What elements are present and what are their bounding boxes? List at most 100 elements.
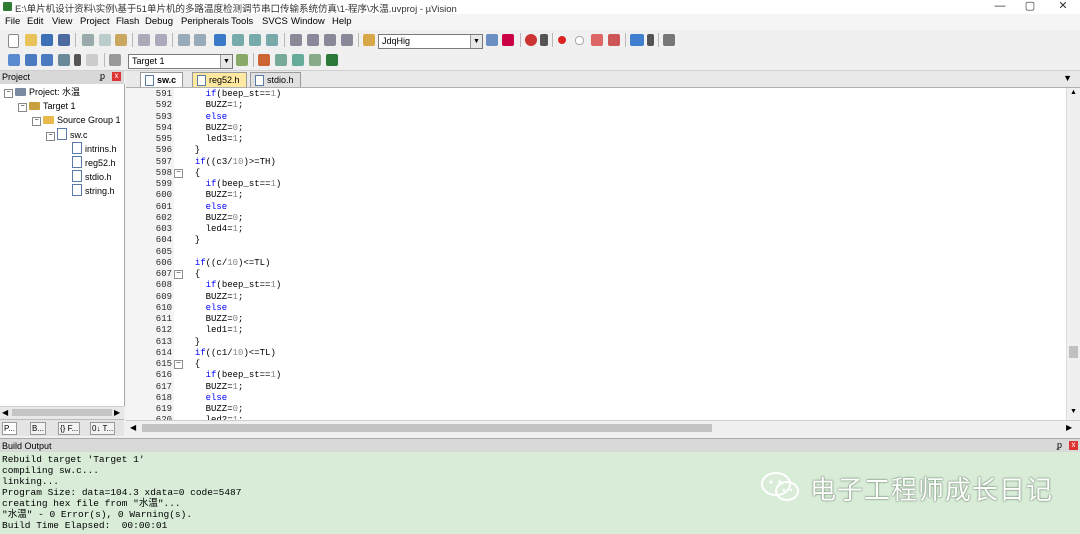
- tree-source-group[interactable]: − Source Group 1: [32, 114, 121, 127]
- code-line[interactable]: 598− {: [126, 168, 1066, 179]
- scroll-thumb[interactable]: [142, 424, 712, 432]
- kill-breakpoints-icon[interactable]: [608, 34, 620, 46]
- scroll-left-icon[interactable]: ◀: [2, 408, 8, 417]
- scroll-right-icon[interactable]: ▶: [114, 408, 120, 417]
- menu-peripherals[interactable]: Peripherals: [181, 16, 229, 27]
- code-line[interactable]: 591 if(beep_st==1): [126, 89, 1066, 100]
- code-line[interactable]: 618 else: [126, 393, 1066, 404]
- menu-debug[interactable]: Debug: [145, 16, 173, 27]
- tree-target[interactable]: − Target 1: [18, 100, 76, 113]
- target-combo[interactable]: Target 1 ▼: [128, 54, 233, 69]
- code-line[interactable]: 612 led1=1;: [126, 325, 1066, 336]
- code-line[interactable]: 606 if((c/10)<=TL): [126, 258, 1066, 269]
- save-all-icon[interactable]: [58, 34, 70, 46]
- indent-icon[interactable]: [290, 34, 302, 46]
- scroll-thumb[interactable]: [12, 409, 112, 416]
- tree-file-intrins-h[interactable]: intrins.h: [72, 142, 117, 155]
- menu-file[interactable]: File: [5, 16, 20, 27]
- manage-project-icon[interactable]: [258, 54, 270, 66]
- build-icon[interactable]: [25, 54, 37, 66]
- rebuild-icon[interactable]: [41, 54, 53, 66]
- code-line[interactable]: 597 if((c3/10)>=TH): [126, 157, 1066, 168]
- insert-breakpoint-icon[interactable]: [558, 36, 566, 44]
- code-line[interactable]: 615− {: [126, 359, 1066, 370]
- tab-stdio-h[interactable]: stdio.h: [250, 72, 301, 87]
- minimize-button[interactable]: —: [985, 0, 1015, 14]
- collapse-icon[interactable]: −: [18, 103, 27, 112]
- debug-dropdown-icon[interactable]: [540, 34, 548, 46]
- disable-breakpoints-icon[interactable]: [591, 34, 603, 46]
- redo-icon[interactable]: [155, 34, 167, 46]
- code-line[interactable]: 610 else: [126, 303, 1066, 314]
- incremental-find-icon[interactable]: [486, 34, 498, 46]
- editor-vscrollbar[interactable]: ▲ ▼: [1066, 88, 1080, 420]
- pack-installer-icon[interactable]: [326, 54, 338, 66]
- tab-books[interactable]: B...: [30, 422, 47, 435]
- menu-project[interactable]: Project: [80, 16, 110, 27]
- scroll-right-icon[interactable]: ▶: [1066, 423, 1072, 432]
- clear-bookmarks-icon[interactable]: [266, 34, 278, 46]
- editor-hscrollbar[interactable]: ◀ ▶: [126, 420, 1080, 435]
- nav-forward-icon[interactable]: [194, 34, 206, 46]
- tab-reg52-h[interactable]: reg52.h: [192, 72, 247, 87]
- open-folder-icon[interactable]: [25, 34, 37, 46]
- maximize-button[interactable]: ▢: [1015, 0, 1045, 14]
- menu-view[interactable]: View: [52, 16, 72, 27]
- code-line[interactable]: 600 BUZZ=1;: [126, 190, 1066, 201]
- enable-breakpoint-icon[interactable]: [575, 36, 584, 45]
- code-line[interactable]: 602 BUZZ=0;: [126, 213, 1066, 224]
- save-icon[interactable]: [41, 34, 53, 46]
- tree-file-sw-c[interactable]: − sw.c: [46, 128, 88, 141]
- close-window-button[interactable]: ✕: [1048, 0, 1078, 14]
- manage-rte-icon[interactable]: [292, 54, 304, 66]
- code-line[interactable]: 619 BUZZ=0;: [126, 404, 1066, 415]
- configure-tools-icon[interactable]: [663, 34, 675, 46]
- code-line[interactable]: 617 BUZZ=1;: [126, 382, 1066, 393]
- tree-file-string-h[interactable]: string.h: [72, 184, 115, 197]
- collapse-icon[interactable]: −: [32, 117, 41, 126]
- project-hscrollbar[interactable]: ◀ ▶: [0, 406, 124, 419]
- code-line[interactable]: 594 BUZZ=0;: [126, 123, 1066, 134]
- code-line[interactable]: 601 else: [126, 202, 1066, 213]
- code-line[interactable]: 603 led4=1;: [126, 224, 1066, 235]
- paste-icon[interactable]: [115, 34, 127, 46]
- pin-icon[interactable]: ᵱ: [1057, 440, 1062, 450]
- uncomment-icon[interactable]: [341, 34, 353, 46]
- code-line[interactable]: 616 if(beep_st==1): [126, 370, 1066, 381]
- download-icon[interactable]: [109, 54, 121, 66]
- event-recorder-icon[interactable]: [309, 54, 321, 66]
- batch-build-icon[interactable]: [58, 54, 70, 66]
- chevron-down-icon[interactable]: ▼: [220, 55, 232, 68]
- tree-file-reg52-h[interactable]: reg52.h: [72, 156, 116, 169]
- tree-project-root[interactable]: − Project: 水温: [4, 86, 80, 99]
- scroll-down-icon[interactable]: ▼: [1070, 408, 1077, 415]
- fold-toggle-icon[interactable]: −: [174, 168, 183, 178]
- tree-file-stdio-h[interactable]: stdio.h: [72, 170, 112, 183]
- undo-icon[interactable]: [138, 34, 150, 46]
- code-line[interactable]: 614 if((c1/10)<=TL): [126, 348, 1066, 359]
- target-options-icon[interactable]: [236, 54, 248, 66]
- debug-settings-icon[interactable]: [502, 34, 514, 46]
- code-line[interactable]: 599 if(beep_st==1): [126, 179, 1066, 190]
- code-line[interactable]: 611 BUZZ=0;: [126, 314, 1066, 325]
- menu-edit[interactable]: Edit: [27, 16, 43, 27]
- code-line[interactable]: 609 BUZZ=1;: [126, 292, 1066, 303]
- tab-list-dropdown-icon[interactable]: ▼: [1063, 73, 1072, 83]
- select-packs-icon[interactable]: [275, 54, 287, 66]
- copy-icon[interactable]: [99, 34, 111, 46]
- window-layout-icon[interactable]: [630, 34, 644, 46]
- code-line[interactable]: 604 }: [126, 235, 1066, 246]
- close-panel-icon[interactable]: x: [112, 72, 121, 81]
- tab-templates[interactable]: 0↓ T...: [90, 422, 116, 435]
- collapse-icon[interactable]: −: [46, 132, 55, 141]
- unindent-icon[interactable]: [307, 34, 319, 46]
- find-in-files-icon[interactable]: [363, 34, 375, 46]
- layout-dropdown-icon[interactable]: [647, 34, 654, 46]
- find-combo[interactable]: JdqHig ▼: [378, 34, 483, 49]
- code-line[interactable]: 607− {: [126, 269, 1066, 280]
- chevron-down-icon[interactable]: ▼: [470, 35, 482, 48]
- stop-build-icon[interactable]: [86, 54, 98, 66]
- code-line[interactable]: 595 led3=1;: [126, 134, 1066, 145]
- menu-tools[interactable]: Tools: [231, 16, 253, 27]
- fold-toggle-icon[interactable]: −: [174, 270, 183, 279]
